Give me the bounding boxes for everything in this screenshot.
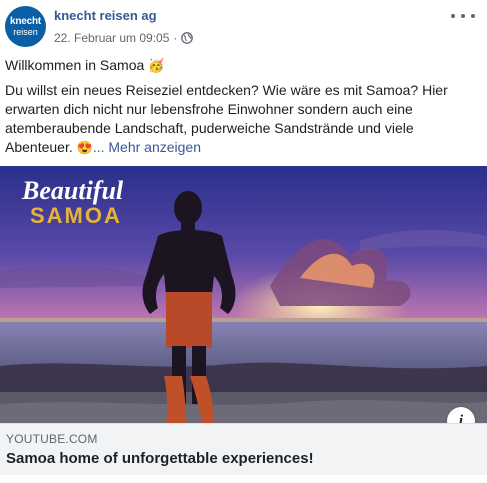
more-options-icon[interactable] — [451, 8, 475, 24]
link-title[interactable]: Samoa home of unforgettable experiences! — [6, 450, 314, 467]
link-domain: YOUTUBE.COM — [6, 432, 98, 446]
globe-icon[interactable] — [181, 32, 194, 44]
post-timestamp[interactable]: 22. Februar um 09:05 — [54, 31, 169, 45]
overlay-subtitle: SAMOA — [30, 203, 122, 228]
author-name-link[interactable]: knecht reisen ag — [54, 8, 157, 23]
heart-eyes-emoji: 😍 — [76, 140, 93, 155]
post-body-line: Du willst ein neues Reiseziel entdecken?… — [5, 81, 481, 157]
avatar[interactable]: knecht reisen — [5, 6, 46, 47]
party-face-emoji: 🥳 — [148, 58, 165, 73]
sunset-beach-image: Beautiful SAMOA — [0, 166, 487, 423]
avatar-text-line2: reisen — [13, 26, 38, 37]
facebook-post: knecht reisen knecht reisen ag 22. Febru… — [0, 0, 487, 483]
video-thumbnail[interactable]: Beautiful SAMOA — [0, 166, 487, 423]
link-preview[interactable]: YOUTUBE.COM Samoa home of unforgettable … — [0, 423, 487, 475]
post-title-line: Willkommen in Samoa 🥳 — [5, 56, 481, 75]
avatar-text-line1: knecht — [9, 15, 42, 27]
meta-separator: · — [173, 31, 178, 45]
post-text: Willkommen in Samoa 🥳 Du willst ein neue… — [5, 56, 481, 157]
post-meta: 22. Februar um 09:05 · — [54, 31, 194, 45]
overlay-title: Beautiful — [21, 176, 124, 205]
post-header: knecht reisen knecht reisen ag 22. Febru… — [0, 0, 487, 50]
see-more-link[interactable]: ... Mehr anzeigen — [93, 139, 201, 155]
post-body: Du willst ein neues Reiseziel entdecken?… — [5, 82, 448, 155]
post-title: Willkommen in Samoa — [5, 57, 145, 73]
